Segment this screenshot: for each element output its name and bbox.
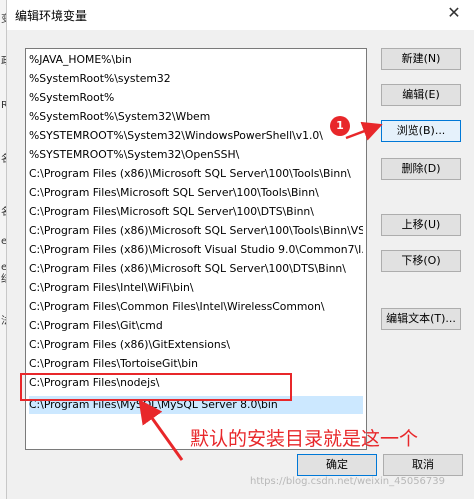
- highlight-box: [20, 373, 292, 401]
- list-item[interactable]: %JAVA_HOME%\bin: [29, 51, 363, 69]
- cancel-button[interactable]: 取消: [383, 454, 463, 476]
- watermark: https://blog.csdn.net/weixin_45056739: [250, 476, 446, 487]
- list-item[interactable]: C:\Program Files (x86)\GitExtensions\: [29, 336, 363, 354]
- list-item[interactable]: %SystemRoot%\system32: [29, 70, 363, 88]
- list-item[interactable]: %SYSTEMROOT%\System32\WindowsPowerShell\…: [29, 127, 363, 145]
- list-item[interactable]: %SystemRoot%\System32\Wbem: [29, 108, 363, 126]
- step-number-badge: 1: [330, 116, 350, 136]
- list-item[interactable]: C:\Program Files\Microsoft SQL Server\10…: [29, 184, 363, 202]
- ok-button[interactable]: 确定: [297, 454, 377, 476]
- move-up-button[interactable]: 上移(U): [381, 214, 461, 236]
- list-item[interactable]: C:\Program Files (x86)\Microsoft Visual …: [29, 241, 363, 259]
- dialog-title: 编辑环境变量: [15, 9, 88, 23]
- list-item[interactable]: C:\Program Files\TortoiseGit\bin: [29, 355, 363, 373]
- list-item[interactable]: C:\Program Files (x86)\Microsoft SQL Ser…: [29, 165, 363, 183]
- new-button[interactable]: 新建(N): [381, 48, 461, 70]
- close-icon[interactable]: ✕: [443, 2, 465, 24]
- list-item[interactable]: %SystemRoot%: [29, 89, 363, 107]
- list-item[interactable]: C:\Program Files\Intel\WiFi\bin\: [29, 279, 363, 297]
- list-item[interactable]: C:\Program Files\Git\cmd: [29, 317, 363, 335]
- list-item[interactable]: C:\Program Files\Common Files\Intel\Wire…: [29, 298, 363, 316]
- list-item[interactable]: C:\Program Files (x86)\Microsoft SQL Ser…: [29, 260, 363, 278]
- annotation-text: 默认的安装目录就是这一个: [190, 428, 419, 450]
- edit-button[interactable]: 编辑(E): [381, 84, 461, 106]
- delete-button[interactable]: 删除(D): [381, 158, 461, 180]
- list-item[interactable]: C:\Program Files (x86)\Microsoft SQL Ser…: [29, 222, 363, 240]
- move-down-button[interactable]: 下移(O): [381, 250, 461, 272]
- list-item[interactable]: C:\Program Files\Microsoft SQL Server\10…: [29, 203, 363, 221]
- list-item[interactable]: %SYSTEMROOT%\System32\OpenSSH\: [29, 146, 363, 164]
- edit-text-button[interactable]: 编辑文本(T)...: [381, 308, 461, 330]
- browse-button[interactable]: 浏览(B)...: [381, 120, 461, 142]
- title-bar[interactable]: 编辑环境变量 ✕: [7, 0, 474, 30]
